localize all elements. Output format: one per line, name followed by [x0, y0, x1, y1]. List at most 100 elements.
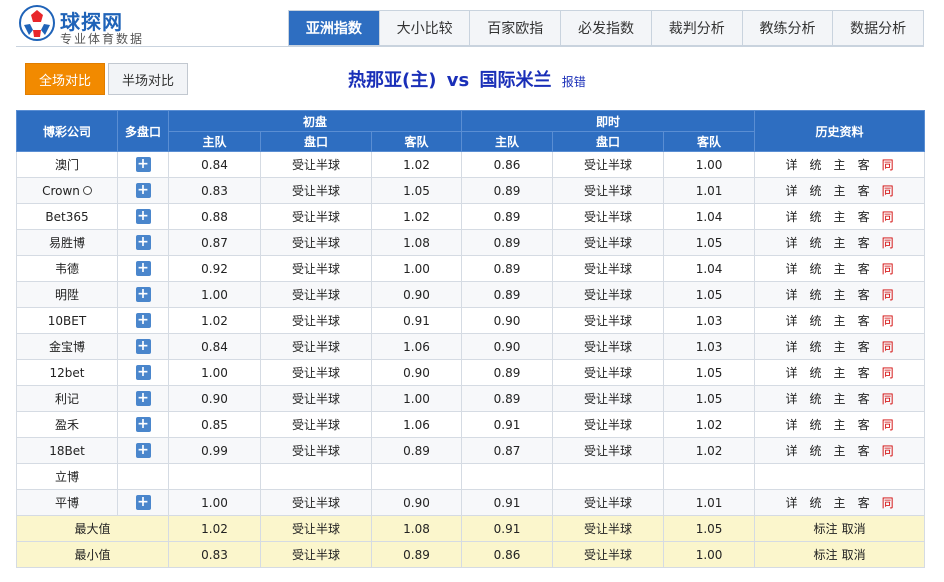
stats-link[interactable]: 统 [810, 364, 822, 381]
company-name[interactable]: 盈禾 [55, 418, 79, 432]
same-handicap-link[interactable]: 同 [882, 416, 894, 433]
tab-betfair-index[interactable]: 必发指数 [561, 11, 652, 45]
away-history-link[interactable]: 客 [858, 442, 870, 459]
company-name[interactable]: 韦德 [55, 262, 79, 276]
tab-asian-index[interactable]: 亚洲指数 [289, 11, 380, 45]
away-history-link[interactable]: 客 [858, 208, 870, 225]
same-handicap-link[interactable]: 同 [882, 364, 894, 381]
expand-plus-icon[interactable]: + [135, 235, 151, 250]
site-logo[interactable]: 球探网 专业体育数据 [18, 4, 168, 46]
stats-link[interactable]: 统 [810, 182, 822, 199]
company-name[interactable]: 平博 [55, 496, 79, 510]
home-history-link[interactable]: 主 [834, 338, 846, 355]
home-history-link[interactable]: 主 [834, 260, 846, 277]
away-history-link[interactable]: 客 [858, 182, 870, 199]
away-history-link[interactable]: 客 [858, 416, 870, 433]
mark-link[interactable]: 标注 [814, 522, 838, 536]
cancel-link[interactable]: 取消 [842, 548, 866, 562]
detail-link[interactable]: 详 [786, 182, 798, 199]
company-name[interactable]: 明陞 [55, 288, 79, 302]
stats-link[interactable]: 统 [810, 390, 822, 407]
detail-link[interactable]: 详 [786, 260, 798, 277]
tab-coach-analysis[interactable]: 教练分析 [743, 11, 834, 45]
company-name[interactable]: 10BET [48, 314, 86, 328]
company-name[interactable]: 利记 [55, 392, 79, 406]
home-history-link[interactable]: 主 [834, 234, 846, 251]
stats-link[interactable]: 统 [810, 312, 822, 329]
stats-link[interactable]: 统 [810, 442, 822, 459]
same-handicap-link[interactable]: 同 [882, 338, 894, 355]
stats-link[interactable]: 统 [810, 338, 822, 355]
report-error-link[interactable]: 报错 [562, 75, 586, 89]
expand-plus-icon[interactable]: + [135, 365, 151, 380]
home-history-link[interactable]: 主 [834, 416, 846, 433]
stats-link[interactable]: 统 [810, 208, 822, 225]
full-match-compare-tab[interactable]: 全场对比 [25, 63, 105, 95]
away-history-link[interactable]: 客 [858, 494, 870, 511]
stats-link[interactable]: 统 [810, 416, 822, 433]
expand-plus-icon[interactable]: + [135, 417, 151, 432]
expand-plus-icon[interactable]: + [135, 339, 151, 354]
same-handicap-link[interactable]: 同 [882, 156, 894, 173]
expand-plus-icon[interactable]: + [135, 287, 151, 302]
tab-over-under[interactable]: 大小比较 [380, 11, 471, 45]
tab-referee-analysis[interactable]: 裁判分析 [652, 11, 743, 45]
company-name[interactable]: 金宝博 [49, 340, 85, 354]
stats-link[interactable]: 统 [810, 234, 822, 251]
same-handicap-link[interactable]: 同 [882, 286, 894, 303]
expand-plus-icon[interactable]: + [135, 313, 151, 328]
home-history-link[interactable]: 主 [834, 182, 846, 199]
expand-plus-icon[interactable]: + [135, 261, 151, 276]
same-handicap-link[interactable]: 同 [882, 260, 894, 277]
away-history-link[interactable]: 客 [858, 286, 870, 303]
tab-data-analysis[interactable]: 数据分析 [833, 11, 923, 45]
detail-link[interactable]: 详 [786, 156, 798, 173]
expand-plus-icon[interactable]: + [135, 495, 151, 510]
company-name[interactable]: Bet365 [45, 210, 88, 224]
stats-link[interactable]: 统 [810, 286, 822, 303]
stats-link[interactable]: 统 [810, 260, 822, 277]
home-history-link[interactable]: 主 [834, 390, 846, 407]
company-name[interactable]: 12bet [50, 366, 85, 380]
detail-link[interactable]: 详 [786, 312, 798, 329]
detail-link[interactable]: 详 [786, 494, 798, 511]
away-history-link[interactable]: 客 [858, 338, 870, 355]
same-handicap-link[interactable]: 同 [882, 442, 894, 459]
same-handicap-link[interactable]: 同 [882, 234, 894, 251]
away-history-link[interactable]: 客 [858, 260, 870, 277]
home-history-link[interactable]: 主 [834, 494, 846, 511]
same-handicap-link[interactable]: 同 [882, 182, 894, 199]
detail-link[interactable]: 详 [786, 442, 798, 459]
stats-link[interactable]: 统 [810, 156, 822, 173]
company-name[interactable]: 立博 [55, 470, 79, 484]
away-history-link[interactable]: 客 [858, 156, 870, 173]
detail-link[interactable]: 详 [786, 234, 798, 251]
detail-link[interactable]: 详 [786, 390, 798, 407]
stats-link[interactable]: 统 [810, 494, 822, 511]
away-history-link[interactable]: 客 [858, 390, 870, 407]
home-history-link[interactable]: 主 [834, 442, 846, 459]
mark-link[interactable]: 标注 [814, 548, 838, 562]
expand-plus-icon[interactable]: + [135, 443, 151, 458]
home-history-link[interactable]: 主 [834, 156, 846, 173]
home-history-link[interactable]: 主 [834, 312, 846, 329]
away-history-link[interactable]: 客 [858, 312, 870, 329]
home-history-link[interactable]: 主 [834, 286, 846, 303]
detail-link[interactable]: 详 [786, 338, 798, 355]
tab-european-odds[interactable]: 百家欧指 [470, 11, 562, 45]
detail-link[interactable]: 详 [786, 286, 798, 303]
same-handicap-link[interactable]: 同 [882, 312, 894, 329]
same-handicap-link[interactable]: 同 [882, 390, 894, 407]
same-handicap-link[interactable]: 同 [882, 208, 894, 225]
expand-plus-icon[interactable]: + [135, 391, 151, 406]
detail-link[interactable]: 详 [786, 208, 798, 225]
company-name[interactable]: Crown [42, 184, 80, 198]
expand-plus-icon[interactable]: + [135, 183, 151, 198]
home-history-link[interactable]: 主 [834, 364, 846, 381]
half-match-compare-tab[interactable]: 半场对比 [108, 63, 188, 95]
home-history-link[interactable]: 主 [834, 208, 846, 225]
detail-link[interactable]: 详 [786, 364, 798, 381]
detail-link[interactable]: 详 [786, 416, 798, 433]
same-handicap-link[interactable]: 同 [882, 494, 894, 511]
cancel-link[interactable]: 取消 [842, 522, 866, 536]
